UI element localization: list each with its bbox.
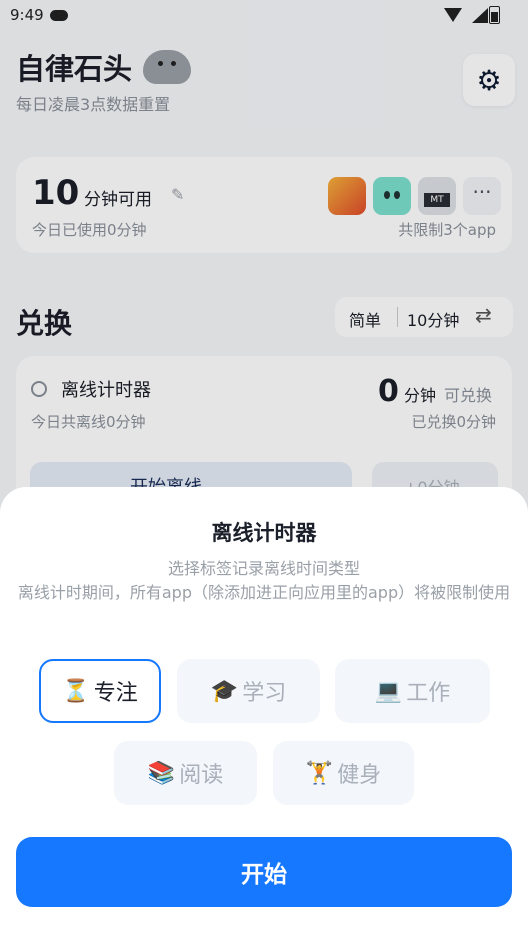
offline-timer-sheet: 离线计时器 选择标签记录离线时间类型 离线计时期间，所有app（除添加进正向应用… xyxy=(0,487,528,939)
tag-work[interactable]: 💻 工作 xyxy=(335,659,490,723)
graduation-cap-icon: 🎓 xyxy=(210,678,239,704)
tag-reading[interactable]: 📚 阅读 xyxy=(114,741,257,805)
tag-fitness[interactable]: 🏋 健身 xyxy=(273,741,414,805)
sheet-description: 选择标签记录离线时间类型 离线计时期间，所有app（除添加进正向应用里的app）… xyxy=(17,559,511,602)
computer-icon: 💻 xyxy=(374,678,403,704)
hourglass-icon: ⏳ xyxy=(62,678,90,704)
books-icon: 📚 xyxy=(147,760,176,786)
tag-study[interactable]: 🎓 学习 xyxy=(177,659,320,723)
tag-focus[interactable]: ⏳ 专注 xyxy=(39,659,161,723)
weightlifter-icon: 🏋 xyxy=(305,760,334,786)
start-button[interactable]: 开始 xyxy=(16,837,512,907)
sheet-title: 离线计时器 xyxy=(211,521,317,545)
